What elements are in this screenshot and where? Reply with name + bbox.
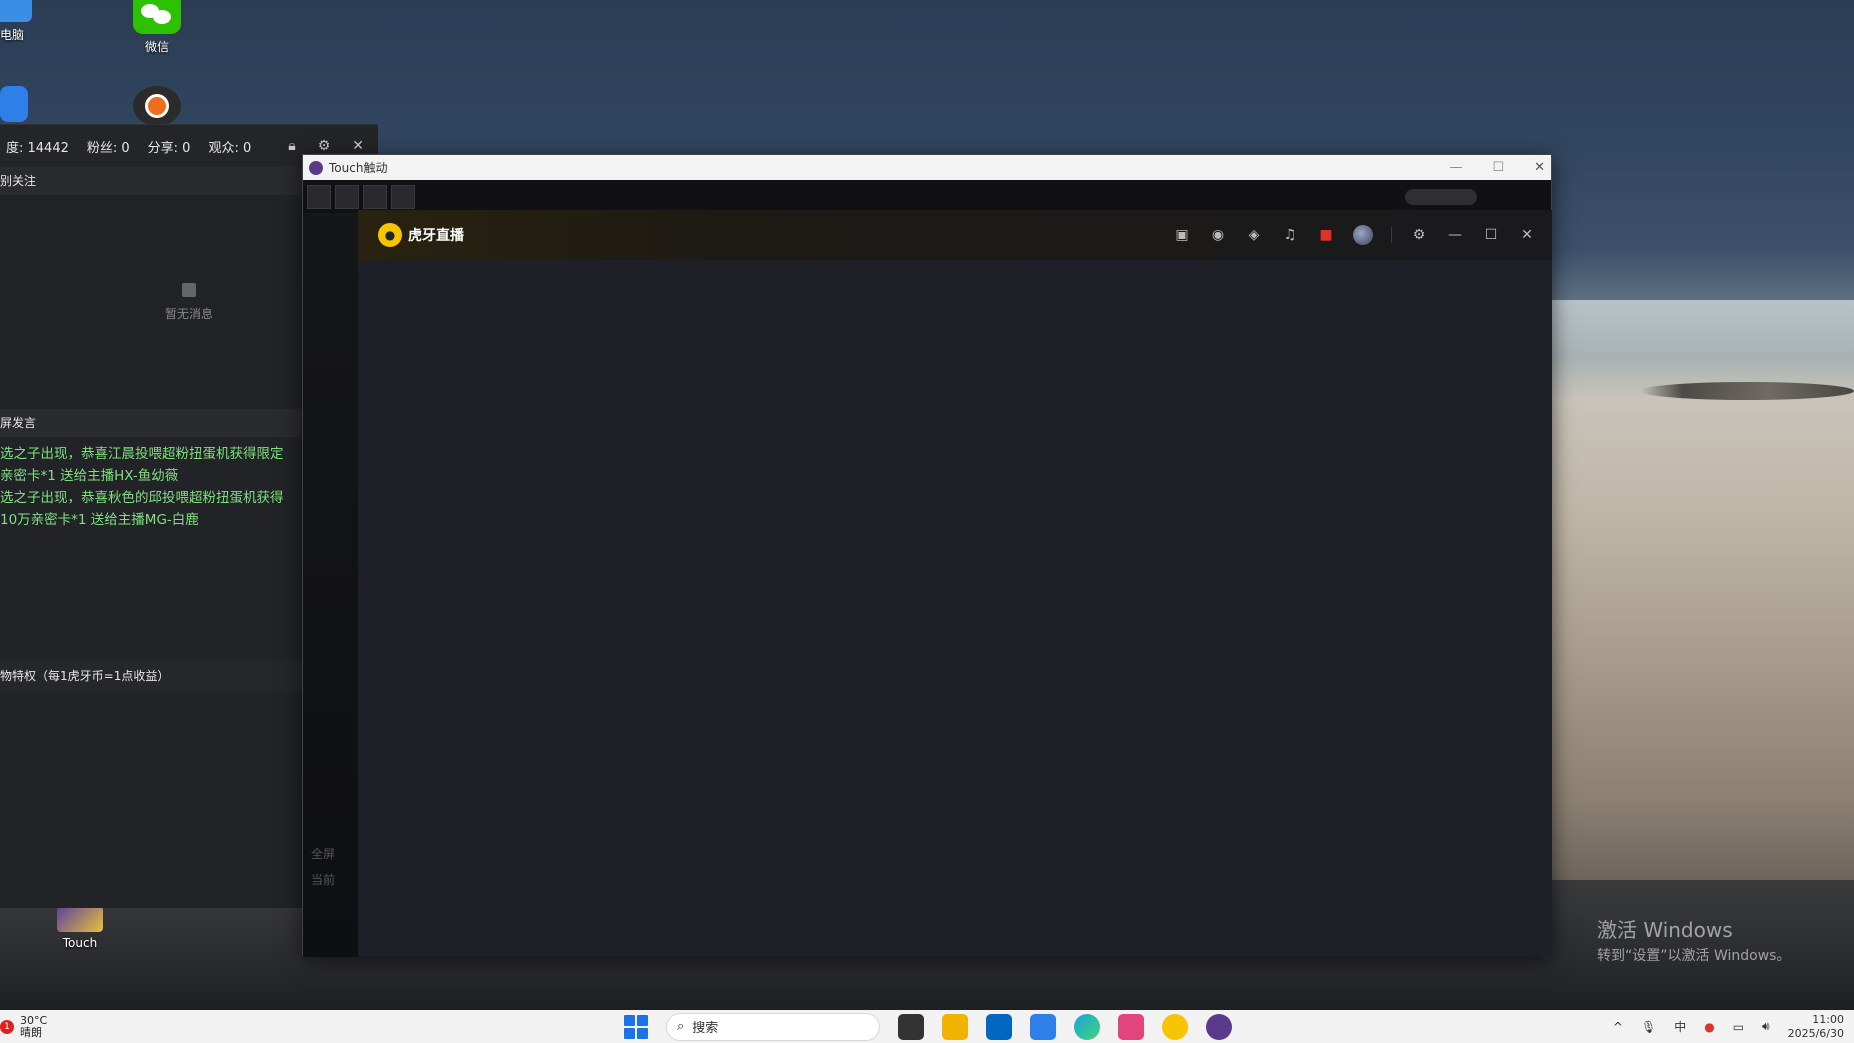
search-placeholder: 搜索: [692, 1021, 719, 1036]
recorder-icon: [133, 86, 181, 126]
empty-box-icon: [182, 282, 196, 297]
volume-icon[interactable]: 🔊︎: [1762, 1019, 1770, 1034]
settings-icon[interactable]: ⚙: [318, 138, 331, 154]
coin-icon[interactable]: ◉: [1209, 226, 1227, 244]
touch-logo-icon: [309, 160, 323, 175]
toolbar-button[interactable]: [363, 184, 387, 209]
store-icon[interactable]: [986, 1013, 1012, 1040]
windows-activation-watermark: 激活 Windows 转到“设置”以激活 Windows。: [1597, 914, 1790, 965]
desktop-icon-label: Touch: [62, 936, 98, 950]
toolbar-button[interactable]: [391, 184, 415, 209]
calendar-icon[interactable]: ▣: [1173, 226, 1191, 244]
network-icon[interactable]: ▭: [1733, 1020, 1744, 1034]
huya-logo-icon: ●: [378, 223, 402, 247]
huya-content-area: [358, 260, 1552, 956]
desktop-icon-computer[interactable]: 电脑: [0, 0, 44, 43]
weather-badge: 1: [0, 1019, 14, 1034]
minimize-icon[interactable]: —: [1449, 160, 1462, 175]
task-view-icon[interactable]: [898, 1013, 924, 1040]
toolbar-pill[interactable]: [1405, 188, 1477, 205]
desktop-icon-label: 电脑: [0, 28, 25, 42]
desktop-icon-app-blue[interactable]: [0, 86, 42, 126]
toolbar-divider: [1391, 227, 1392, 243]
touch-taskbar-icon[interactable]: [1206, 1013, 1232, 1040]
ime-indicator[interactable]: 中: [1674, 1018, 1686, 1035]
huya-header: ● 虎牙直播 ▣ ◉ ◈ ♫ ■ ⚙ — ☐ ✕: [358, 210, 1552, 260]
maximize-icon[interactable]: ☐: [1492, 160, 1504, 175]
edge-icon[interactable]: [1074, 1013, 1100, 1040]
minimize-icon[interactable]: —: [1446, 226, 1464, 244]
user-avatar[interactable]: [1353, 225, 1373, 245]
touch-titlebar: Touch触动 — ☐ ✕: [303, 155, 1551, 180]
huya-live-window: ● 虎牙直播 ▣ ◉ ◈ ♫ ■ ⚙ — ☐ ✕: [358, 210, 1552, 956]
computer-icon: [0, 0, 32, 22]
desktop-icon-touch[interactable]: Touch: [44, 906, 116, 950]
taskbar-search[interactable]: ⌕ 搜索: [666, 1012, 880, 1041]
ticket-icon[interactable]: ◈: [1245, 226, 1263, 244]
app-pink-icon[interactable]: [1118, 1013, 1144, 1040]
close-icon[interactable]: ✕: [1518, 226, 1536, 244]
touch-app-icon: [57, 906, 103, 932]
privilege-title: 物特权（每1虎牙币=1点收益）: [0, 669, 170, 683]
search-icon: ⌕: [677, 1019, 685, 1034]
settings-icon[interactable]: ⚙: [1410, 226, 1428, 244]
watermark-line2: 转到“设置”以激活 Windows。: [1597, 948, 1791, 964]
empty-text: 暂无消息: [164, 306, 213, 321]
weather-desc: 晴朗: [20, 1025, 42, 1039]
toolbar-button[interactable]: [335, 184, 359, 209]
start-button[interactable]: [624, 1014, 648, 1039]
app-blue-icon: [0, 86, 28, 122]
huya-brand: ● 虎牙直播: [378, 223, 464, 247]
stat-heat: 度: 14442: [6, 140, 69, 156]
toolbar-button[interactable]: [307, 184, 331, 209]
gift-icon[interactable]: ■: [1317, 226, 1335, 244]
clock[interactable]: 11:00 2025/6/30: [1788, 1013, 1844, 1041]
huya-brand-name: 虎牙直播: [408, 228, 464, 244]
watermark-line1: 激活 Windows: [1597, 918, 1733, 942]
huya-toolbar: ▣ ◉ ◈ ♫ ■ ⚙ — ☐ ✕: [1173, 225, 1536, 245]
tray-app-icon[interactable]: ●: [1704, 1020, 1714, 1034]
fullscreen-button[interactable]: 全屏: [311, 845, 355, 865]
wechat-icon: [133, 0, 181, 34]
stat-viewers: 观众: 0: [208, 140, 252, 156]
close-icon[interactable]: ✕: [1534, 160, 1545, 175]
weather-widget[interactable]: 1 30°C 晴朗: [0, 1010, 47, 1043]
huya-taskbar-icon[interactable]: [1162, 1013, 1188, 1040]
taskbar-center: ⌕ 搜索: [624, 1010, 1232, 1043]
desktop-icon-label: 微信: [144, 40, 169, 54]
close-icon[interactable]: ✕: [352, 138, 364, 154]
clock-date: 2025/6/30: [1787, 1026, 1844, 1040]
file-explorer-icon[interactable]: [942, 1013, 968, 1040]
lock-icon[interactable]: 🔒︎: [288, 138, 295, 154]
microphone-icon[interactable]: 🎙︎: [1641, 1020, 1656, 1034]
touch-toolbar: [303, 180, 1551, 213]
wallpaper-rocks: [1640, 382, 1854, 400]
system-tray: ^ 🎙︎ 中 ● ▭ 🔊︎ 11:00 2025/6/30: [1613, 1010, 1854, 1043]
bell-icon[interactable]: ♫: [1281, 226, 1299, 244]
clock-time: 11:00: [1812, 1012, 1844, 1026]
desktop-icon-wechat[interactable]: 微信: [121, 0, 193, 55]
taskbar: 1 30°C 晴朗 ⌕ 搜索 ^ 🎙︎ 中 ● ▭ 🔊︎ 11:00 2025/…: [0, 1010, 1854, 1043]
current-button[interactable]: 当前: [311, 871, 355, 891]
maximize-icon[interactable]: ☐: [1482, 226, 1500, 244]
touch-window-title: Touch触动: [329, 161, 388, 175]
chevron-up-icon[interactable]: ^: [1613, 1020, 1623, 1034]
stat-fans: 粉丝: 0: [86, 140, 130, 156]
touch-sidebar: 全屏 当前: [303, 213, 359, 957]
app-blue-icon[interactable]: [1030, 1013, 1056, 1040]
stat-shares: 分享: 0: [147, 140, 191, 156]
